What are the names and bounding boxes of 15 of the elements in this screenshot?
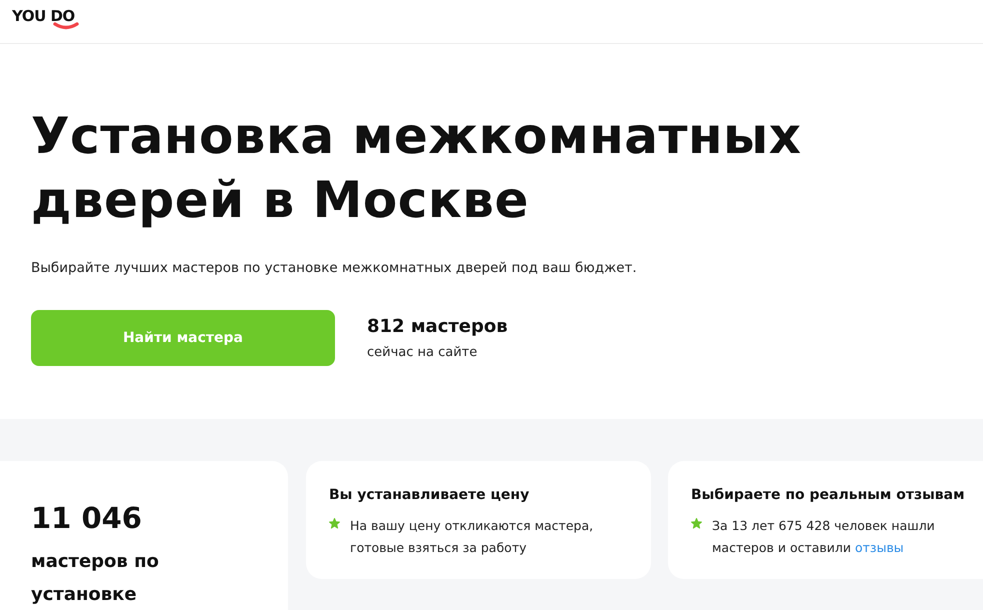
logo[interactable]: YOU DO <box>12 7 79 30</box>
page-title: Установка межкомнатных дверей в Москве <box>31 106 802 231</box>
find-master-button[interactable]: Найти мастера <box>31 310 335 366</box>
masters-count: 812 мастеров <box>367 316 508 337</box>
stat-number: 11 046 <box>31 501 143 535</box>
reviews-link[interactable]: отзывы <box>855 540 904 555</box>
feature-title: Вы устанавливаете цену <box>329 487 530 503</box>
feature-title: Выбираете по реальным отзывам <box>691 487 966 503</box>
stat-label: мастеров по установке <box>31 550 160 607</box>
masters-count-note: сейчас на сайте <box>367 345 478 360</box>
star-icon <box>691 518 702 529</box>
feature-text: За 13 лет 675 428 человек нашли мастеров и оставили отзывы <box>712 517 936 557</box>
feature-text: На вашу цену откликаются мастера, готовые взяться за работу <box>350 517 594 557</box>
star-icon <box>329 518 340 529</box>
subtitle: Выбирайте лучших мастеров по установке межкомнатных дверей под ваш бюджет. <box>31 260 638 276</box>
